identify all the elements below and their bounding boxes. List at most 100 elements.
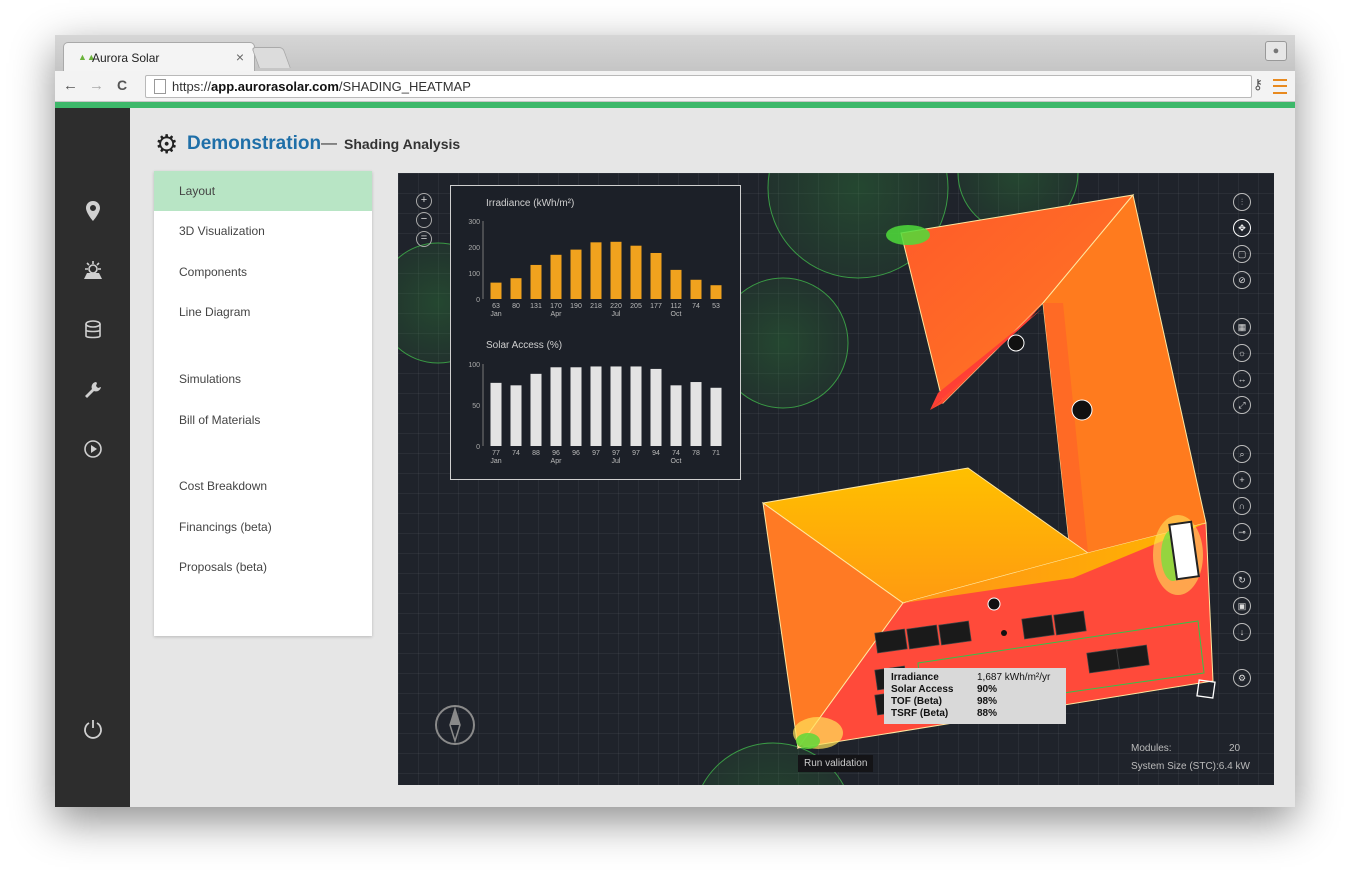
menu-item-proposals[interactable]: Proposals (beta): [154, 547, 372, 587]
bar-aug: [630, 245, 642, 299]
forward-button[interactable]: →: [89, 77, 104, 94]
browser-menu-icon[interactable]: [1273, 79, 1287, 94]
y-tick-label: 0: [476, 444, 480, 451]
run-validation-button[interactable]: Run validation: [798, 755, 874, 772]
menu-item-components[interactable]: Components: [154, 252, 372, 292]
bar-nov: [690, 279, 702, 299]
bar-dec: [710, 285, 722, 299]
new-tab-button[interactable]: [251, 47, 291, 68]
roof-tool-icon[interactable]: ▢: [1233, 245, 1251, 263]
roof-vent: [987, 597, 1001, 611]
bar-feb: [510, 385, 522, 446]
data-label: 53: [712, 303, 720, 310]
bar-jan: [490, 382, 502, 446]
measure-icon[interactable]: ↔: [1233, 370, 1251, 388]
roof-vent: [1071, 399, 1093, 421]
settings-gear-icon[interactable]: ⚙: [155, 130, 178, 158]
monthly-charts-panel: Irradiance (kWh/m²) 0 100 200 300 63 Jan 80 131 1…: [450, 185, 741, 480]
menu-item-line-diagram[interactable]: Line Diagram: [154, 292, 372, 332]
refresh-icon[interactable]: ↻: [1233, 571, 1251, 589]
x-tick-label: Jan: [490, 458, 501, 465]
location-pin-icon[interactable]: [55, 201, 130, 227]
bar-oct: [670, 385, 682, 446]
power-icon[interactable]: [55, 719, 130, 745]
y-tick-label: 0: [476, 297, 480, 304]
menu-item-financings[interactable]: Financings (beta): [154, 507, 372, 547]
profile-icon[interactable]: ●: [1265, 41, 1287, 61]
sidebar: [55, 108, 130, 807]
module-grid-icon[interactable]: ▦: [1233, 318, 1251, 336]
data-label: 131: [530, 303, 542, 310]
tab-title: Aurora Solar: [92, 51, 160, 65]
page-icon: [154, 79, 166, 94]
shading-heatmap-viewport[interactable]: + − = Irradiance (kWh/m²) 0 100 200 300 63 Jan…: [398, 173, 1274, 785]
search-icon[interactable]: ⌕: [1233, 445, 1251, 463]
magnet-icon[interactable]: ∩: [1233, 497, 1251, 515]
chart-title: Irradiance (kWh/m²): [486, 198, 574, 209]
x-tick-label: Jul: [612, 311, 621, 318]
data-label: 205: [630, 303, 642, 310]
database-icon[interactable]: [55, 320, 130, 346]
bar-mar: [530, 373, 542, 446]
browser-tab[interactable]: ▲▲ Aurora Solar ×: [63, 42, 255, 72]
chart-title: Solar Access (%): [486, 340, 562, 351]
bar-jul: [610, 241, 622, 299]
bar-dec: [710, 387, 722, 446]
bar-apr: [550, 367, 562, 446]
data-label: 177: [650, 303, 662, 310]
zoom-out-button[interactable]: −: [416, 212, 432, 228]
bar-may: [570, 367, 582, 446]
wrench-icon[interactable]: [55, 380, 130, 406]
bar-mar: [530, 264, 542, 299]
address-bar-row: ← → C https://app.aurorasolar.com/SHADIN…: [55, 71, 1295, 102]
menu-item-cost-breakdown[interactable]: Cost Breakdown: [154, 466, 372, 506]
settings-gear-icon[interactable]: ⚙: [1233, 669, 1251, 687]
menu-item-layout[interactable]: Layout: [154, 171, 372, 211]
bar-oct: [670, 269, 682, 299]
data-label: 170: [550, 303, 562, 310]
data-label: 96: [572, 450, 580, 457]
modules-stat: Modules: 20: [1131, 743, 1241, 754]
data-label: 112: [670, 303, 681, 310]
no-entry-icon[interactable]: ⊘: [1233, 271, 1251, 289]
data-label: 94: [652, 450, 660, 457]
play-icon[interactable]: [55, 439, 130, 465]
x-tick-label: Oct: [671, 458, 682, 465]
menu-item-simulations[interactable]: Simulations: [154, 359, 372, 399]
reload-button[interactable]: C: [117, 77, 127, 93]
project-title[interactable]: Demonstration: [187, 133, 321, 155]
sun-tool-icon[interactable]: ☼: [1233, 344, 1251, 362]
x-tick-label: Oct: [671, 311, 682, 318]
tooltip-row: Irradiance 1,687 kWh/m²/yr: [891, 672, 1051, 683]
zoom-reset-button[interactable]: =: [416, 231, 432, 247]
bar-aug: [630, 366, 642, 446]
move-tool-icon[interactable]: ✥: [1233, 219, 1251, 237]
y-tick-label: 300: [468, 219, 480, 226]
data-label: 80: [512, 303, 520, 310]
bar-jun: [590, 242, 602, 299]
connector-icon[interactable]: ⊸: [1233, 523, 1251, 541]
sun-panel-icon[interactable]: [55, 260, 130, 286]
menu-item-3d-visualization[interactable]: 3D Visualization: [154, 211, 372, 251]
back-button[interactable]: ←: [63, 77, 78, 94]
menu-item-bill-of-materials[interactable]: Bill of Materials: [154, 400, 372, 440]
key-icon[interactable]: ⚷: [1253, 76, 1263, 93]
data-label: 97: [632, 450, 640, 457]
data-label: 190: [570, 303, 582, 310]
bar-sep: [650, 252, 662, 299]
roof-vent: [1001, 630, 1007, 636]
data-label: 218: [590, 303, 602, 310]
zoom-in-button[interactable]: +: [416, 193, 432, 209]
bar-nov: [690, 382, 702, 446]
download-icon[interactable]: ↓: [1233, 623, 1251, 641]
url-field[interactable]: https://app.aurorasolar.com/SHADING_HEAT…: [145, 75, 1252, 98]
shade-hotspot: [796, 733, 820, 749]
ruler-icon[interactable]: ⤢: [1233, 396, 1251, 414]
save-icon[interactable]: ▣: [1233, 597, 1251, 615]
data-label: 96: [552, 450, 560, 457]
tab-close-button[interactable]: ×: [236, 49, 244, 65]
settings-sliders-icon[interactable]: ⫶: [1233, 193, 1251, 211]
bar-jan: [490, 282, 502, 299]
compass-icon[interactable]: [433, 703, 477, 747]
add-icon[interactable]: +: [1233, 471, 1251, 489]
